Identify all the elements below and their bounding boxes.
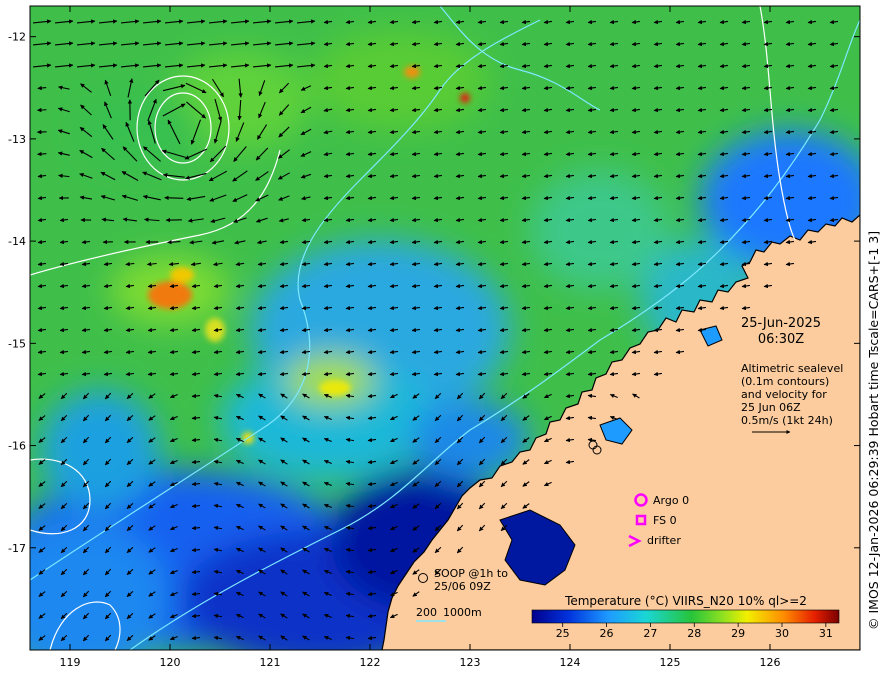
velocity-vector <box>37 151 47 157</box>
contour-legend-200: 200 <box>416 606 437 619</box>
colorbar-tick-label: 29 <box>731 627 745 640</box>
lat-tick-label: -17 <box>8 542 26 555</box>
colorbar-tick-label: 30 <box>775 627 789 640</box>
colorbar-tick-label: 28 <box>687 627 701 640</box>
lat-tick-label: -16 <box>8 440 26 453</box>
argo-label: Argo 0 <box>653 494 689 507</box>
lon-tick-label: 126 <box>760 656 781 669</box>
lon-tick-label: 119 <box>60 656 81 669</box>
soop-label-line-1: SOOP @1h to <box>434 567 508 580</box>
description-line-2: (0.1m contours) <box>741 375 829 388</box>
colorbar-tick-label: 31 <box>819 627 833 640</box>
colorbar-tick-label: 26 <box>600 627 614 640</box>
ocean-temperature-map: 119 120 121 122 123 124 125 126 -12 -13 -14 -15 -16… <box>8 5 861 669</box>
drifter-label: drifter <box>647 534 681 547</box>
lat-tick-label: -13 <box>8 133 26 146</box>
colorbar-tick-label: 27 <box>643 627 657 640</box>
fs-label: FS 0 <box>653 514 677 527</box>
description-line-4: 25 Jun 06Z <box>741 401 801 414</box>
lon-tick-label: 123 <box>460 656 481 669</box>
velocity-scale-label: 0.5m/s (1kt 24h) <box>741 414 833 427</box>
lat-tick-label: -14 <box>8 235 26 248</box>
lon-tick-label: 121 <box>260 656 281 669</box>
colorbar-tick-label: 25 <box>556 627 570 640</box>
velocity-vector <box>164 195 184 201</box>
lon-tick-label: 124 <box>560 656 581 669</box>
lon-tick-label: 120 <box>160 656 181 669</box>
lat-tick-label: -15 <box>8 337 26 350</box>
colorbar <box>531 609 840 624</box>
soop-label-line-2: 25/06 09Z <box>434 580 491 593</box>
map-date: 25-Jun-2025 <box>741 316 821 331</box>
contour-legend-1000: 1000m <box>443 606 482 619</box>
colorbar-title: Temperature (°C) VIIRS_N20 10% ql>=2 <box>564 594 807 608</box>
credit-text: © IMOS 12-Jan-2026 06:29:39 Hobart time … <box>866 230 880 630</box>
lon-tick-label: 125 <box>660 656 681 669</box>
map-time: 06:30Z <box>758 332 804 347</box>
description-line-1: Altimetric sealevel <box>741 362 843 375</box>
description-line-3: and velocity for <box>741 388 827 401</box>
lon-tick-label: 122 <box>360 656 381 669</box>
lat-tick-label: -12 <box>8 31 26 44</box>
